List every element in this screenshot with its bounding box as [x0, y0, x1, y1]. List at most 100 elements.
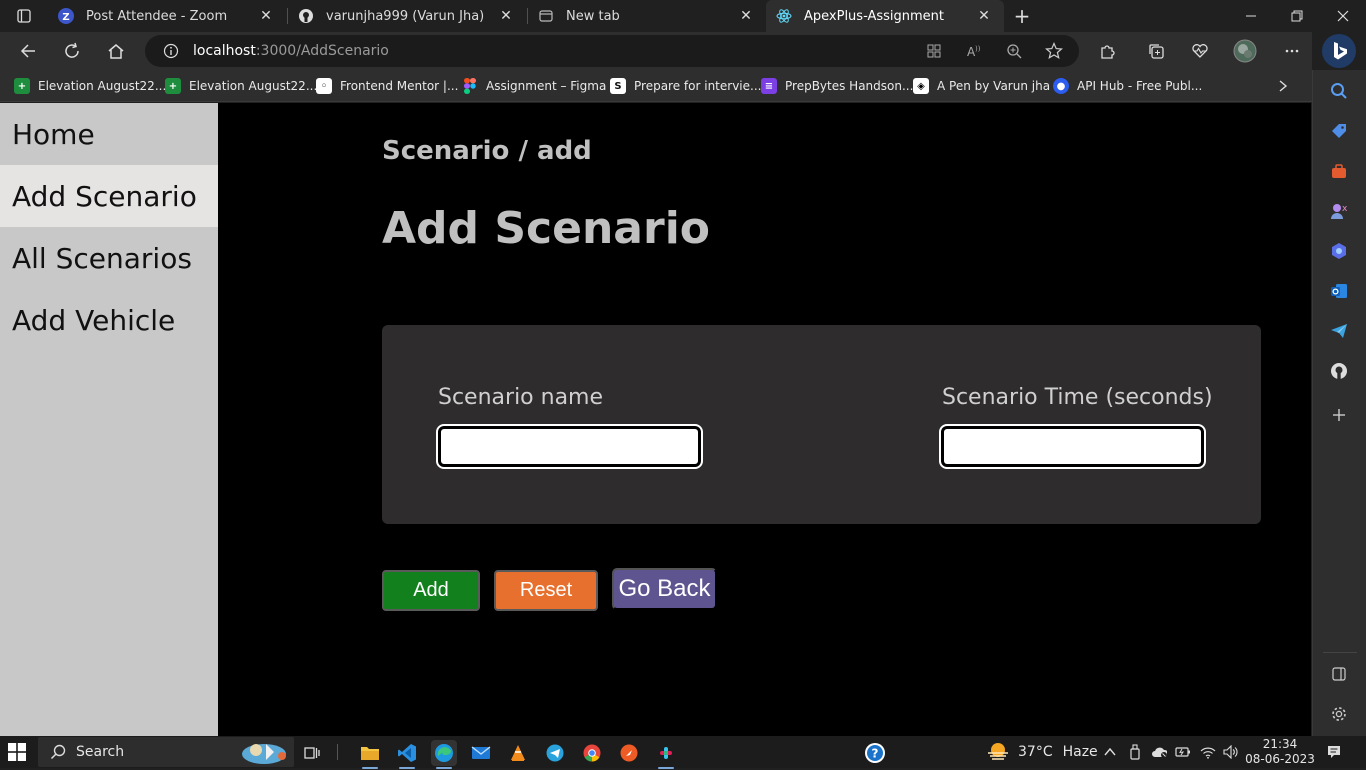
- help-icon[interactable]: ?: [862, 740, 888, 766]
- more-menu-icon[interactable]: [1276, 35, 1308, 67]
- search-icon[interactable]: [1328, 80, 1350, 102]
- favorite-label: Prepare for intervie...: [634, 79, 762, 93]
- copilot-icon[interactable]: [1328, 240, 1350, 262]
- scenario-time-input[interactable]: [939, 424, 1206, 469]
- tray-chevron-up-icon[interactable]: [1102, 744, 1118, 760]
- favorite-figma[interactable]: Assignment – Figma: [462, 76, 606, 96]
- extensions-icon[interactable]: [1091, 35, 1123, 67]
- favorite-prepare[interactable]: S Prepare for intervie...: [610, 76, 761, 96]
- newtab-icon: [538, 8, 554, 24]
- go-back-button[interactable]: Go Back: [612, 568, 717, 610]
- zoom-icon[interactable]: [1003, 40, 1025, 62]
- tab-title: ApexPlus-Assignment: [804, 8, 945, 24]
- close-icon[interactable]: ✕: [496, 6, 516, 26]
- nav-item-all-scenarios[interactable]: All Scenarios: [0, 227, 218, 289]
- file-explorer-icon[interactable]: [357, 740, 383, 769]
- back-icon[interactable]: [12, 35, 44, 67]
- favorite-elevation-1[interactable]: + Elevation August22...: [14, 76, 166, 96]
- edge-icon[interactable]: [431, 740, 457, 769]
- weather-widget[interactable]: 37°C Haze: [986, 742, 1098, 762]
- tab-zoom[interactable]: Z Post Attendee - Zoom ✕: [48, 0, 286, 32]
- edge-sidebar: x: [1312, 70, 1366, 736]
- games-icon[interactable]: x: [1328, 200, 1350, 222]
- clock-time: 21:34: [1262, 737, 1298, 751]
- hide-sidebar-icon[interactable]: [1328, 663, 1350, 685]
- shopping-tag-icon[interactable]: [1328, 120, 1350, 142]
- notifications-icon[interactable]: [1326, 744, 1342, 760]
- taskbar-clock[interactable]: 21:34 08-06-2023: [1244, 737, 1316, 767]
- favorite-prepbytes[interactable]: ≡ PrepBytes Handson...: [761, 76, 913, 96]
- add-sidebar-app-icon[interactable]: [1328, 404, 1350, 426]
- nav-item-add-vehicle[interactable]: Add Vehicle: [0, 289, 218, 351]
- home-icon[interactable]: [100, 35, 132, 67]
- tools-icon[interactable]: [1328, 160, 1350, 182]
- add-button[interactable]: Add: [382, 570, 480, 611]
- favorite-label: Elevation August22...: [38, 79, 167, 93]
- url-text[interactable]: localhost:3000/AddScenario: [193, 43, 389, 59]
- usb-device-icon[interactable]: [1127, 744, 1143, 760]
- task-view-icon[interactable]: [299, 740, 325, 766]
- search-label: Search: [76, 744, 125, 760]
- telegram-icon[interactable]: [542, 740, 568, 766]
- windows-start-icon[interactable]: [8, 743, 26, 761]
- vlc-icon[interactable]: [505, 740, 531, 766]
- sheets-icon: +: [165, 78, 181, 94]
- new-tab-button[interactable]: +: [1010, 4, 1034, 28]
- info-icon[interactable]: [163, 43, 179, 63]
- refresh-icon[interactable]: [56, 35, 88, 67]
- favorites-bar: + Elevation August22... + Elevation Augu…: [0, 70, 1312, 102]
- search-highlight-illustration-icon: [236, 738, 294, 766]
- weather-condition: Haze: [1062, 744, 1098, 760]
- svg-text:x: x: [1342, 204, 1348, 214]
- running-indicator: [362, 767, 378, 769]
- tab-title: varunjha999 (Varun Jha): [326, 8, 485, 24]
- close-icon[interactable]: ✕: [736, 6, 756, 26]
- taskbar-search[interactable]: Search: [38, 737, 294, 767]
- reset-button[interactable]: Reset: [494, 570, 598, 611]
- breadcrumb: Scenario / add: [382, 136, 592, 166]
- slack-icon[interactable]: [653, 740, 679, 769]
- zoom-icon: Z: [58, 8, 74, 24]
- more-favorites-chevron-icon[interactable]: [1278, 76, 1288, 96]
- tab-actions-icon[interactable]: [8, 4, 40, 28]
- restore-icon[interactable]: [1274, 0, 1320, 32]
- outlook-icon[interactable]: [1328, 280, 1350, 302]
- page-title: Add Scenario: [382, 203, 711, 254]
- nav-label: All Scenarios: [12, 241, 192, 275]
- settings-gear-icon[interactable]: [1328, 703, 1350, 725]
- favorite-elevation-2[interactable]: + Elevation August22...: [165, 76, 317, 96]
- bing-copilot-icon[interactable]: [1322, 34, 1356, 68]
- favorite-star-icon[interactable]: [1043, 40, 1065, 62]
- profile-avatar[interactable]: [1229, 35, 1261, 67]
- close-icon[interactable]: ✕: [256, 6, 276, 26]
- address-bar[interactable]: localhost:3000/AddScenario A)): [145, 35, 1079, 67]
- tab-newtab[interactable]: New tab ✕: [528, 0, 766, 32]
- minimize-icon[interactable]: [1228, 0, 1274, 32]
- close-window-icon[interactable]: [1320, 0, 1366, 32]
- favorite-frontend-mentor[interactable]: ◦ Frontend Mentor |...: [316, 76, 458, 96]
- nav-item-home[interactable]: Home: [0, 103, 218, 165]
- nav-item-add-scenario[interactable]: Add Scenario: [0, 165, 218, 227]
- battery-charging-icon[interactable]: [1175, 744, 1191, 760]
- volume-icon[interactable]: [1223, 744, 1239, 760]
- wifi-icon[interactable]: [1200, 744, 1216, 760]
- vscode-icon[interactable]: [394, 740, 420, 769]
- close-icon[interactable]: ✕: [974, 6, 994, 26]
- tab-apexplus[interactable]: ApexPlus-Assignment ✕: [766, 0, 1004, 32]
- url-path: :3000/AddScenario: [255, 43, 389, 59]
- tab-github[interactable]: varunjha999 (Varun Jha) ✕: [288, 0, 526, 32]
- postman-icon[interactable]: [616, 740, 642, 766]
- telegram-send-icon[interactable]: [1328, 320, 1350, 342]
- tab-strip: Z Post Attendee - Zoom ✕ varunjha999 (Va…: [0, 0, 1366, 32]
- chrome-icon[interactable]: [579, 740, 605, 766]
- favorite-codepen[interactable]: ◈ A Pen by Varun jha: [913, 76, 1050, 96]
- scenario-name-input[interactable]: [436, 424, 703, 469]
- app-available-icon[interactable]: [923, 40, 945, 62]
- onedrive-cloud-icon[interactable]: [1151, 744, 1167, 760]
- collections-icon[interactable]: [1140, 35, 1172, 67]
- github-icon[interactable]: [1328, 360, 1350, 382]
- favorite-apihub[interactable]: ● API Hub - Free Publ...: [1053, 76, 1202, 96]
- performance-icon[interactable]: [1184, 35, 1216, 67]
- mail-icon[interactable]: [468, 740, 494, 766]
- read-aloud-icon[interactable]: A)): [963, 40, 985, 62]
